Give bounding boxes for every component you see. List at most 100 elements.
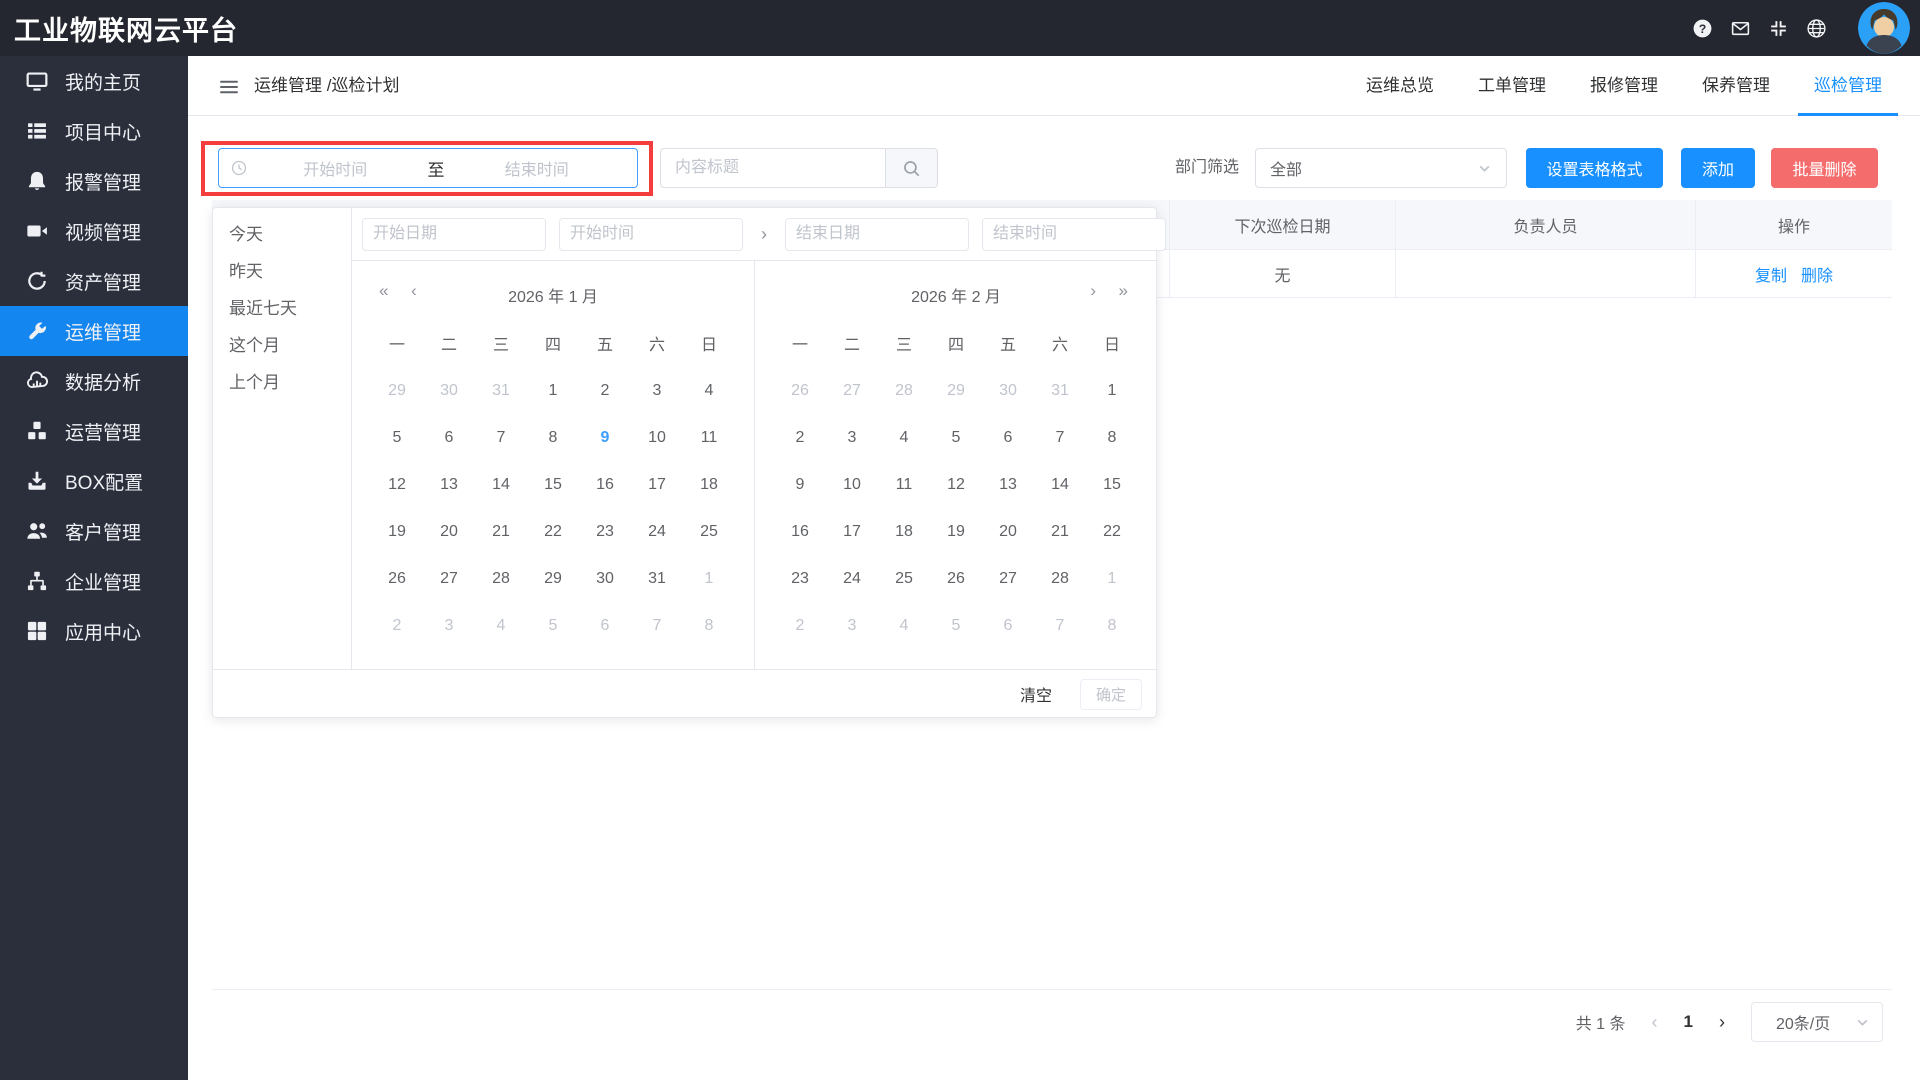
sidebar-item-10[interactable]: 客户管理: [0, 506, 188, 556]
content-title-input[interactable]: [660, 148, 885, 188]
calendar-day[interactable]: 11: [683, 414, 735, 461]
calendar-day[interactable]: 30: [579, 555, 631, 602]
calendar-day[interactable]: 2: [774, 414, 826, 461]
tab-3[interactable]: 报修管理: [1590, 56, 1658, 116]
calendar-day[interactable]: 17: [826, 508, 878, 555]
calendar-day[interactable]: 13: [423, 461, 475, 508]
calendar-day[interactable]: 19: [930, 508, 982, 555]
menu-lines-icon[interactable]: [218, 76, 240, 98]
calendar-day[interactable]: 7: [475, 414, 527, 461]
calendar-day[interactable]: 11: [878, 461, 930, 508]
calendar-day[interactable]: 8: [683, 602, 735, 649]
calendar-day[interactable]: 5: [930, 602, 982, 649]
calendar-day[interactable]: 22: [1086, 508, 1138, 555]
calendar-day[interactable]: 28: [878, 367, 930, 414]
sidebar-item-5[interactable]: 资产管理: [0, 256, 188, 306]
next-year-button[interactable]: »: [1119, 281, 1128, 301]
calendar-day[interactable]: 6: [579, 602, 631, 649]
calendar-day[interactable]: 26: [774, 367, 826, 414]
user-avatar[interactable]: [1858, 2, 1910, 54]
calendar-day[interactable]: 5: [527, 602, 579, 649]
calendar-day[interactable]: 3: [826, 414, 878, 461]
calendar-day[interactable]: 27: [826, 367, 878, 414]
next-month-button[interactable]: ›: [1090, 281, 1096, 301]
picker-shortcut-1[interactable]: 今天: [213, 216, 351, 253]
sidebar-item-1[interactable]: 我的主页: [0, 56, 188, 106]
current-page[interactable]: 1: [1684, 1012, 1693, 1032]
tab-1[interactable]: 运维总览: [1366, 56, 1434, 116]
start-date-input[interactable]: [362, 218, 546, 251]
calendar-day[interactable]: 20: [423, 508, 475, 555]
tab-5[interactable]: 巡检管理: [1814, 56, 1882, 116]
calendar-day[interactable]: 25: [683, 508, 735, 555]
sidebar-item-3[interactable]: 报警管理: [0, 156, 188, 206]
calendar-day[interactable]: 4: [475, 602, 527, 649]
calendar-day[interactable]: 16: [774, 508, 826, 555]
sidebar-item-9[interactable]: BOX配置: [0, 456, 188, 506]
calendar-day[interactable]: 1: [527, 367, 579, 414]
calendar-day[interactable]: 8: [527, 414, 579, 461]
calendar-day[interactable]: 14: [1034, 461, 1086, 508]
calendar-day[interactable]: 8: [1086, 414, 1138, 461]
end-time-placeholder[interactable]: 结束时间: [449, 156, 626, 180]
calendar-day[interactable]: 26: [930, 555, 982, 602]
picker-shortcut-5[interactable]: 上个月: [213, 364, 351, 401]
calendar-day[interactable]: 14: [475, 461, 527, 508]
sidebar-item-7[interactable]: 数据分析: [0, 356, 188, 406]
calendar-day[interactable]: 13: [982, 461, 1034, 508]
sidebar-item-8[interactable]: 运营管理: [0, 406, 188, 456]
delete-link[interactable]: 删除: [1801, 262, 1833, 286]
sidebar-item-11[interactable]: 企业管理: [0, 556, 188, 606]
start-time-placeholder[interactable]: 开始时间: [247, 156, 424, 180]
tab-4[interactable]: 保养管理: [1702, 56, 1770, 116]
calendar-day[interactable]: 7: [1034, 414, 1086, 461]
calendar-day[interactable]: 1: [1086, 367, 1138, 414]
calendar-day[interactable]: 3: [826, 602, 878, 649]
globe-icon[interactable]: [1806, 18, 1827, 39]
help-icon[interactable]: ?: [1692, 18, 1713, 39]
calendar-day[interactable]: 2: [371, 602, 423, 649]
calendar-day[interactable]: 21: [475, 508, 527, 555]
calendar-day[interactable]: 5: [930, 414, 982, 461]
prev-page-button[interactable]: ‹: [1652, 1012, 1658, 1033]
calendar-day[interactable]: 31: [631, 555, 683, 602]
calendar-day[interactable]: 30: [423, 367, 475, 414]
calendar-day[interactable]: 26: [371, 555, 423, 602]
sidebar-item-2[interactable]: 项目中心: [0, 106, 188, 156]
calendar-day[interactable]: 16: [579, 461, 631, 508]
calendar-day[interactable]: 17: [631, 461, 683, 508]
confirm-button[interactable]: 确定: [1080, 679, 1142, 710]
page-size-select[interactable]: 20条/页: [1751, 1002, 1883, 1042]
next-page-button[interactable]: ›: [1719, 1012, 1725, 1033]
batch-delete-button[interactable]: 批量删除: [1771, 148, 1878, 188]
calendar-day[interactable]: 24: [826, 555, 878, 602]
calendar-day[interactable]: 18: [683, 461, 735, 508]
calendar-day[interactable]: 2: [579, 367, 631, 414]
calendar-day[interactable]: 10: [826, 461, 878, 508]
calendar-day[interactable]: 28: [1034, 555, 1086, 602]
calendar-day[interactable]: 24: [631, 508, 683, 555]
calendar-day[interactable]: 6: [982, 602, 1034, 649]
calendar-day[interactable]: 29: [527, 555, 579, 602]
calendar-day[interactable]: 22: [527, 508, 579, 555]
sidebar-item-12[interactable]: 应用中心: [0, 606, 188, 656]
compress-icon[interactable]: [1768, 18, 1789, 39]
calendar-day[interactable]: 18: [878, 508, 930, 555]
calendar-day[interactable]: 27: [982, 555, 1034, 602]
prev-year-button[interactable]: «: [379, 281, 388, 301]
copy-link[interactable]: 复制: [1755, 262, 1787, 286]
calendar-day[interactable]: 29: [930, 367, 982, 414]
calendar-day[interactable]: 27: [423, 555, 475, 602]
calendar-day[interactable]: 21: [1034, 508, 1086, 555]
calendar-day[interactable]: 4: [878, 414, 930, 461]
end-time-input[interactable]: [982, 218, 1166, 251]
calendar-day[interactable]: 23: [774, 555, 826, 602]
calendar-day[interactable]: 12: [371, 461, 423, 508]
calendar-day[interactable]: 31: [1034, 367, 1086, 414]
calendar-day[interactable]: 31: [475, 367, 527, 414]
department-select[interactable]: 全部: [1255, 148, 1507, 188]
calendar-day[interactable]: 7: [1034, 602, 1086, 649]
end-date-input[interactable]: [785, 218, 969, 251]
date-range-input[interactable]: 开始时间 至 结束时间: [218, 148, 638, 188]
picker-shortcut-2[interactable]: 昨天: [213, 253, 351, 290]
